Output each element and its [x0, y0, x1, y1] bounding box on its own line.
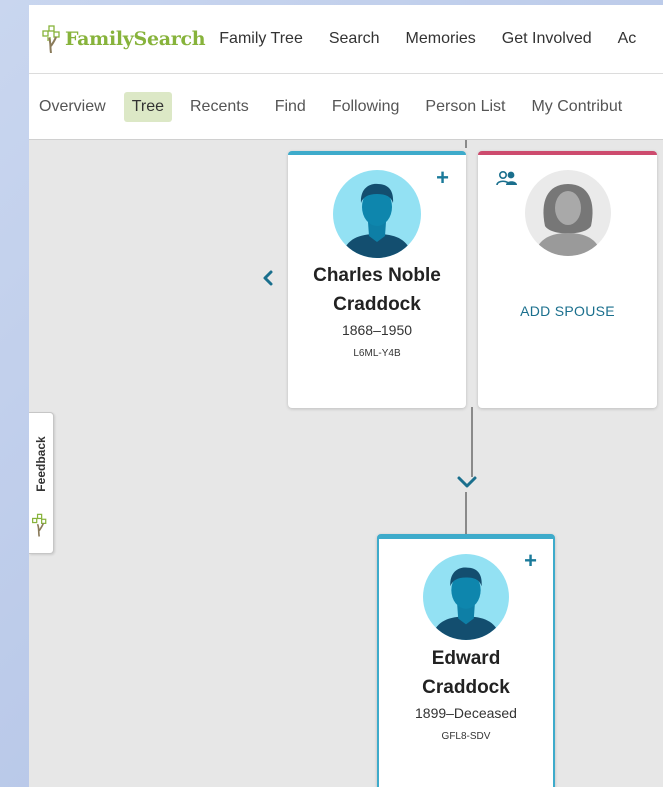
person-name-line2[interactable]: Craddock [288, 290, 466, 319]
tab-overview[interactable]: Overview [31, 92, 114, 122]
top-navigation-bar: FamilySearch Family Tree Search Memories… [29, 5, 663, 74]
tab-find[interactable]: Find [267, 92, 314, 122]
tab-tree[interactable]: Tree [123, 91, 172, 122]
person-name-line2[interactable]: Craddock [379, 673, 553, 702]
nav-get-involved[interactable]: Get Involved [502, 30, 592, 48]
add-person-icon[interactable] [496, 170, 518, 186]
add-plus-icon[interactable]: + [436, 167, 449, 189]
person-name-line1[interactable]: Charles Noble [288, 261, 466, 290]
person-card-spouse-placeholder[interactable]: ADD SPOUSE [478, 151, 657, 408]
nav-activities-truncated[interactable]: Ac [618, 30, 637, 48]
connector-line-top [465, 140, 467, 148]
feedback-label: Feedback [34, 436, 48, 492]
tab-recents[interactable]: Recents [182, 92, 257, 122]
person-lifespan: 1899–Deceased [415, 705, 517, 721]
main-nav: Family Tree Search Memories Get Involved… [219, 30, 662, 48]
person-card-father[interactable]: + Charles Noble Craddock 1868–1950 L6ML-… [288, 151, 466, 408]
logo-text: FamilySearch [65, 28, 206, 50]
tab-my-contributions[interactable]: My Contribut [523, 92, 630, 122]
person-id: L6ML-Y4B [353, 348, 401, 359]
tree-canvas[interactable]: + Charles Noble Craddock 1868–1950 L6ML-… [29, 140, 663, 787]
nav-family-tree[interactable]: Family Tree [219, 30, 303, 48]
familysearch-logo[interactable]: FamilySearch [41, 25, 206, 53]
family-tree-subnav: Overview Tree Recents Find Following Per… [29, 74, 663, 140]
tab-person-list[interactable]: Person List [417, 92, 513, 122]
person-lifespan: 1868–1950 [341, 322, 413, 338]
male-avatar-icon [333, 170, 421, 258]
connector-line-couple-down [471, 407, 473, 477]
nav-memories[interactable]: Memories [406, 30, 476, 48]
person-card-child[interactable]: + Edward Craddock 1899–Deceased GFL8-SDV [377, 534, 555, 787]
male-avatar-icon [423, 554, 509, 640]
tab-following[interactable]: Following [324, 92, 408, 122]
app-window: FamilySearch Family Tree Search Memories… [29, 5, 663, 787]
chevron-down-icon[interactable] [456, 474, 478, 492]
add-spouse-link[interactable]: ADD SPOUSE [478, 303, 657, 319]
family-tree-logo-icon [42, 25, 60, 53]
family-tree-logo-icon [32, 513, 47, 537]
connector-line-child [465, 492, 467, 536]
add-plus-icon[interactable]: + [524, 550, 537, 572]
person-id: GFL8-SDV [441, 731, 491, 742]
nav-search[interactable]: Search [329, 30, 380, 48]
female-avatar-placeholder-icon [524, 170, 611, 256]
person-name-line1[interactable]: Edward [379, 644, 553, 673]
feedback-tab[interactable]: Feedback [29, 412, 54, 554]
chevron-left-icon[interactable] [261, 269, 275, 287]
